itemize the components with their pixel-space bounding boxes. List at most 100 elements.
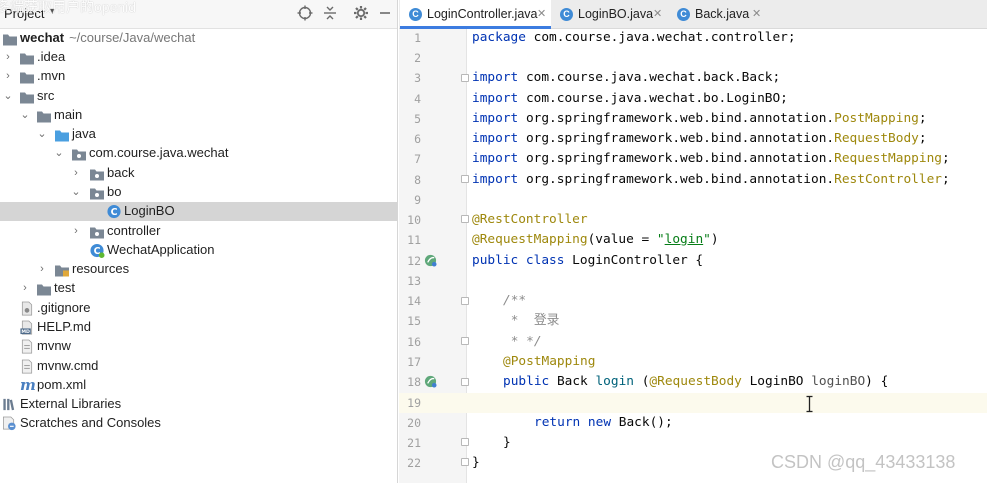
fold-marker-icon[interactable] (461, 74, 469, 82)
code-token: org.springframework.web.bind.annotation. (518, 111, 835, 126)
tree-node-loginbo[interactable]: C LoginBO (0, 202, 397, 221)
tree-root-path: ~/course/Java/wechat (69, 30, 196, 45)
line-number: 13 (407, 274, 421, 288)
code-token: LoginBO (741, 374, 812, 389)
chevron-right-icon[interactable]: › (37, 261, 47, 277)
comment-token: /** (503, 293, 527, 308)
tree-node-bo[interactable]: ⌄ bo (0, 183, 397, 202)
close-icon[interactable]: ✕ (537, 0, 546, 29)
tree-node-src[interactable]: ⌄ src (0, 87, 397, 106)
annotation-token: RequestMapping (834, 151, 942, 166)
keyword-token: package (472, 30, 526, 45)
tree-node-external-libraries[interactable]: External Libraries (0, 395, 397, 414)
annotation-token: @PostMapping (503, 354, 596, 369)
keyword-token: import (472, 111, 519, 126)
tree-node-controller[interactable]: › controller (0, 222, 397, 241)
text-cursor-icon (806, 395, 813, 413)
tree-label: main (54, 107, 83, 122)
tree-node-test[interactable]: › test (0, 279, 397, 298)
fold-marker-icon[interactable] (461, 337, 469, 345)
locate-icon[interactable] (296, 5, 314, 23)
source-folder-icon (55, 130, 69, 142)
annotation-token: RestController (834, 172, 942, 187)
tree-node-gitignore[interactable]: .gitignore (0, 299, 397, 318)
line-number: 17 (407, 355, 421, 369)
comment-token: * 登录 (503, 313, 560, 328)
fold-marker-icon[interactable] (461, 458, 469, 466)
chevron-right-icon[interactable]: › (71, 165, 81, 181)
string-token: " (656, 232, 665, 247)
tree-node-pom-xml[interactable]: m pom.xml (0, 376, 397, 395)
collapse-all-icon[interactable] (321, 5, 339, 23)
tab-back[interactable]: C Back.java ✕ (668, 0, 768, 29)
tab-loginbo[interactable]: C LoginBO.java ✕ (551, 0, 668, 29)
chevron-right-icon[interactable]: › (3, 68, 13, 84)
tree-node-back[interactable]: › back (0, 164, 397, 183)
tree-node-mvnw-cmd[interactable]: mvnw.cmd (0, 357, 397, 376)
code-line-15: * 登录 (503, 311, 560, 331)
code-token: com.course.java.wechat.back.Back; (518, 70, 781, 85)
chevron-right-icon[interactable]: › (71, 223, 81, 239)
close-icon[interactable]: ✕ (752, 0, 761, 29)
keyword-token: import (472, 172, 519, 187)
folder-icon (20, 92, 34, 104)
tree-node-help-md[interactable]: MD HELP.md (0, 318, 397, 337)
folder-icon (20, 53, 34, 65)
tree-label: mvnw (37, 338, 71, 353)
tree-node-mvnw[interactable]: mvnw (0, 337, 397, 356)
folder-icon (37, 284, 51, 296)
chevron-right-icon[interactable]: › (3, 49, 13, 65)
tab-label: Back.java (695, 7, 750, 21)
overlay-title-text: 多端获取用户的openid (0, 0, 137, 15)
package-icon (90, 227, 104, 239)
fold-marker-icon[interactable] (461, 297, 469, 305)
code-token: org.springframework.web.bind.annotation. (518, 131, 835, 146)
tree-node-mvn[interactable]: › .mvn (0, 67, 397, 86)
tree-node-scratches[interactable]: Scratches and Consoles (0, 414, 397, 433)
tree-node-idea[interactable]: › .idea (0, 48, 397, 67)
tree-node-main[interactable]: ⌄ main (0, 106, 397, 125)
minimize-icon[interactable] (376, 5, 394, 23)
fold-marker-icon[interactable] (461, 378, 469, 386)
spring-bean-icon[interactable] (424, 254, 437, 267)
keyword-token: import (472, 91, 519, 106)
package-icon (90, 188, 104, 200)
tree-node-package-wechat[interactable]: ⌄ com.course.java.wechat (0, 144, 397, 163)
line-number: 9 (414, 193, 421, 207)
parameter-token: loginBO (811, 374, 866, 389)
tree-node-wechatapplication[interactable]: C WechatApplication (0, 241, 397, 260)
fold-marker-icon[interactable] (461, 438, 469, 446)
chevron-down-icon[interactable]: ⌄ (37, 126, 47, 142)
fold-marker-icon[interactable] (461, 175, 469, 183)
tree-node-wechat[interactable]: ⌄ wechat~/course/Java/wechat (0, 29, 397, 48)
line-number: 3 (414, 71, 421, 85)
markdown-file-icon: MD (20, 320, 33, 335)
chevron-down-icon[interactable]: ⌄ (71, 184, 81, 200)
chevron-down-icon[interactable]: ⌄ (3, 88, 13, 104)
code-line-20: return new Back(); (534, 413, 673, 433)
fold-marker-icon[interactable] (461, 215, 469, 223)
code-token: com.course.java.wechat.controller; (525, 30, 796, 45)
tree-label: resources (72, 261, 130, 276)
chevron-down-icon[interactable]: ⌄ (54, 145, 64, 161)
tree-node-resources[interactable]: › resources (0, 260, 397, 279)
editor-tab-bar: C LoginController.java ✕ C LoginBO.java … (399, 0, 987, 29)
spring-endpoint-icon[interactable] (424, 375, 437, 388)
chevron-right-icon[interactable]: › (20, 280, 30, 296)
tree-node-java[interactable]: ⌄ java (0, 125, 397, 144)
tab-logincontroller[interactable]: C LoginController.java ✕ (400, 0, 551, 29)
java-class-icon: C (409, 8, 422, 21)
gear-icon[interactable] (352, 5, 370, 23)
folder-icon (37, 111, 51, 123)
tree-label: Scratches and Consoles (20, 415, 161, 430)
close-icon[interactable]: ✕ (653, 0, 662, 29)
tree-label: controller (107, 223, 161, 238)
java-class-icon: C (560, 8, 573, 21)
tree-label: bo (107, 184, 122, 199)
keyword-token: public class (472, 253, 565, 268)
annotation-token: PostMapping (834, 111, 919, 126)
chevron-down-icon[interactable]: ⌄ (20, 107, 30, 123)
tree-label: com.course.java.wechat (89, 145, 229, 160)
code-token: (value = (587, 232, 657, 247)
keyword-token: import (472, 151, 519, 166)
